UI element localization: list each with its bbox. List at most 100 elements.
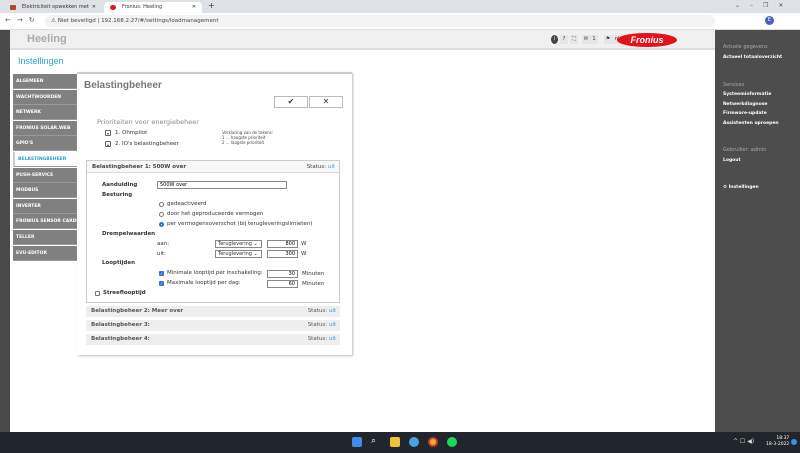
- status-label: Status:: [307, 322, 328, 328]
- fullscreen-icon[interactable]: ⛶: [570, 35, 578, 44]
- app-icon[interactable]: [409, 437, 419, 447]
- uit-label: uit:: [157, 251, 167, 257]
- panel-title: Belastingbeheer 4:: [91, 336, 150, 342]
- cancel-button[interactable]: ✕: [309, 96, 343, 108]
- nav-solarweb[interactable]: FRONIUS SOLAR.WEB: [13, 120, 77, 136]
- radio-geproduceerd[interactable]: [159, 212, 164, 217]
- move-down-icon[interactable]: ▾: [105, 130, 111, 136]
- window-controls[interactable]: ⌄–❐✕: [735, 2, 793, 9]
- nav-teller[interactable]: TELLER: [13, 229, 77, 245]
- aan-select-value: Teruglevering: [218, 241, 252, 247]
- status-value: uit: [328, 336, 336, 342]
- taskbar: ⌕ ^ ☐ ◀) 18:37 18-3-2022: [0, 432, 800, 453]
- link-systeeminformatie[interactable]: Systeeminformatie: [723, 92, 771, 97]
- status-label: Status:: [306, 164, 327, 170]
- status-value: uit: [327, 164, 335, 170]
- legend-item: 2 ... laagste prioriteit: [222, 140, 265, 145]
- actuele-heading: Actuele gegevens: [723, 44, 768, 50]
- clock[interactable]: 18:37 18-3-2022: [766, 436, 789, 448]
- new-tab-button[interactable]: +: [208, 1, 215, 10]
- aanduiding-input[interactable]: [157, 181, 287, 189]
- nav-modbus[interactable]: MODBUS: [13, 183, 77, 199]
- settings-link[interactable]: ⚙ Instellingen: [723, 185, 759, 190]
- chrome-icon[interactable]: [428, 437, 438, 447]
- browser-tab-bar: Elektriciteit opwekken met zonn...✕ Fron…: [0, 0, 800, 21]
- flag-icon[interactable]: ⚑: [604, 35, 612, 44]
- nav-buttons[interactable]: ←→↻: [5, 16, 41, 24]
- settings-nav: ALGEMEEN WACHTWOORDEN NETWERK FRONIUS SO…: [13, 74, 77, 261]
- nav-wachtwoorden[interactable]: WACHTWOORDEN: [13, 89, 77, 105]
- settings-label: Instellingen: [728, 185, 759, 190]
- panel-header[interactable]: Belastingbeheer 1: 500W over Status: uit: [87, 161, 339, 173]
- close-tab-icon[interactable]: ✕: [192, 2, 196, 13]
- help-icon[interactable]: ?: [560, 35, 568, 44]
- max-input[interactable]: [267, 280, 298, 288]
- main-panel: Belastingbeheer ✔ ✕ Prioriteiten voor en…: [77, 72, 352, 355]
- loadmanagement-panel-2[interactable]: Belastingbeheer 2: Meer over Status: uit: [86, 306, 340, 317]
- browser-tab-active[interactable]: Fronius: Heeling ✕: [104, 2, 202, 13]
- date: 18-3-2022: [766, 442, 790, 447]
- nav-belastingbeheer[interactable]: BELASTINGBEHEER: [13, 151, 77, 167]
- option-label: gedeactiveerd: [167, 201, 207, 207]
- nav-push-service[interactable]: PUSH-SERVICE: [13, 167, 77, 183]
- info-icon[interactable]: i: [551, 35, 558, 44]
- besturing-label: Besturing: [102, 192, 133, 198]
- min-input[interactable]: [267, 270, 298, 278]
- max-checkbox[interactable]: ✓: [159, 281, 164, 286]
- priority-item: 2. IO's belastingbeheer: [115, 141, 179, 147]
- confirm-button[interactable]: ✔: [274, 96, 308, 108]
- start-icon[interactable]: [352, 437, 362, 447]
- status-label: Status:: [307, 308, 328, 314]
- favicon-icon: [10, 5, 16, 10]
- link-totaaloverzicht[interactable]: Actueel totaaloverzicht: [723, 55, 782, 60]
- close-tab-icon[interactable]: ✕: [92, 2, 96, 13]
- radio-vermogensoverschot[interactable]: [159, 222, 164, 227]
- nav-sensor-cards[interactable]: FRONIUS SENSOR CARDS: [13, 214, 77, 230]
- uit-value-input[interactable]: [267, 250, 298, 258]
- aan-select[interactable]: Teruglevering ⌄: [215, 240, 262, 248]
- status-value: uit: [328, 322, 336, 328]
- move-up-icon[interactable]: ▴: [105, 141, 111, 147]
- nav-gpios[interactable]: GPIO'S: [13, 136, 77, 152]
- nav-inverter[interactable]: INVERTER: [13, 198, 77, 214]
- unit-minuten: Minuten: [302, 271, 325, 277]
- link-netwerkdiagnose[interactable]: Netwerkdiagnose: [723, 102, 767, 107]
- search-icon[interactable]: ⌕: [371, 436, 376, 446]
- unit-minuten: Minuten: [302, 281, 325, 287]
- min-checkbox[interactable]: ✓: [159, 271, 164, 276]
- spotify-icon[interactable]: [447, 437, 457, 447]
- drempel-label: Drempelwaarden: [102, 231, 156, 237]
- looptijden-label: Looptijden: [102, 260, 135, 266]
- unit-w: W: [301, 251, 307, 257]
- link-assistenten[interactable]: Assistenten oproepen: [723, 121, 779, 126]
- panel-title: Belastingbeheer 1: 500W over: [92, 164, 187, 170]
- unit-w: W: [301, 241, 307, 247]
- loadmanagement-panel-3[interactable]: Belastingbeheer 3: Status: uit: [86, 320, 340, 331]
- nav-evu-editor[interactable]: EVU-EDITOR: [13, 245, 77, 261]
- tray-icons[interactable]: ^ ☐ ◀): [733, 438, 754, 445]
- url-text: 192.168.2.27/#/settings/loadmanagement: [101, 18, 219, 24]
- streef-checkbox[interactable]: [95, 291, 100, 296]
- mail-icon[interactable]: ✉: [582, 35, 590, 44]
- uit-select[interactable]: Teruglevering ⌄: [215, 250, 262, 258]
- link-firmware-update[interactable]: Firmware-update: [723, 111, 767, 116]
- file-explorer-icon[interactable]: [390, 437, 400, 447]
- section-title: Instellingen: [18, 56, 64, 66]
- gear-icon: ⚙: [723, 185, 728, 190]
- profile-avatar[interactable]: E: [765, 16, 774, 25]
- logout-link[interactable]: Logout: [723, 158, 741, 163]
- url-bar[interactable]: ⚠ Niet beveiligd | 192.168.2.27/#/settin…: [45, 15, 715, 27]
- nav-netwerk[interactable]: NETWERK: [13, 105, 77, 121]
- notification-icon[interactable]: [791, 439, 797, 445]
- radio-gedeactiveerd[interactable]: [159, 202, 164, 207]
- site-title: Heeling: [27, 33, 67, 45]
- nav-algemeen[interactable]: ALGEMEEN: [13, 74, 77, 89]
- browser-tab[interactable]: Elektriciteit opwekken met zonn...✕: [4, 2, 102, 21]
- panel-title: Belastingbeheer 3:: [91, 322, 150, 328]
- aan-value-input[interactable]: [267, 240, 298, 248]
- max-label: Maximale looptijd per dag:: [167, 280, 241, 286]
- message-count[interactable]: 1: [590, 35, 598, 44]
- left-strip: [0, 30, 10, 432]
- loadmanagement-panel-4[interactable]: Belastingbeheer 4: Status: uit: [86, 334, 340, 345]
- streef-label: Streeflooptijd: [103, 290, 146, 296]
